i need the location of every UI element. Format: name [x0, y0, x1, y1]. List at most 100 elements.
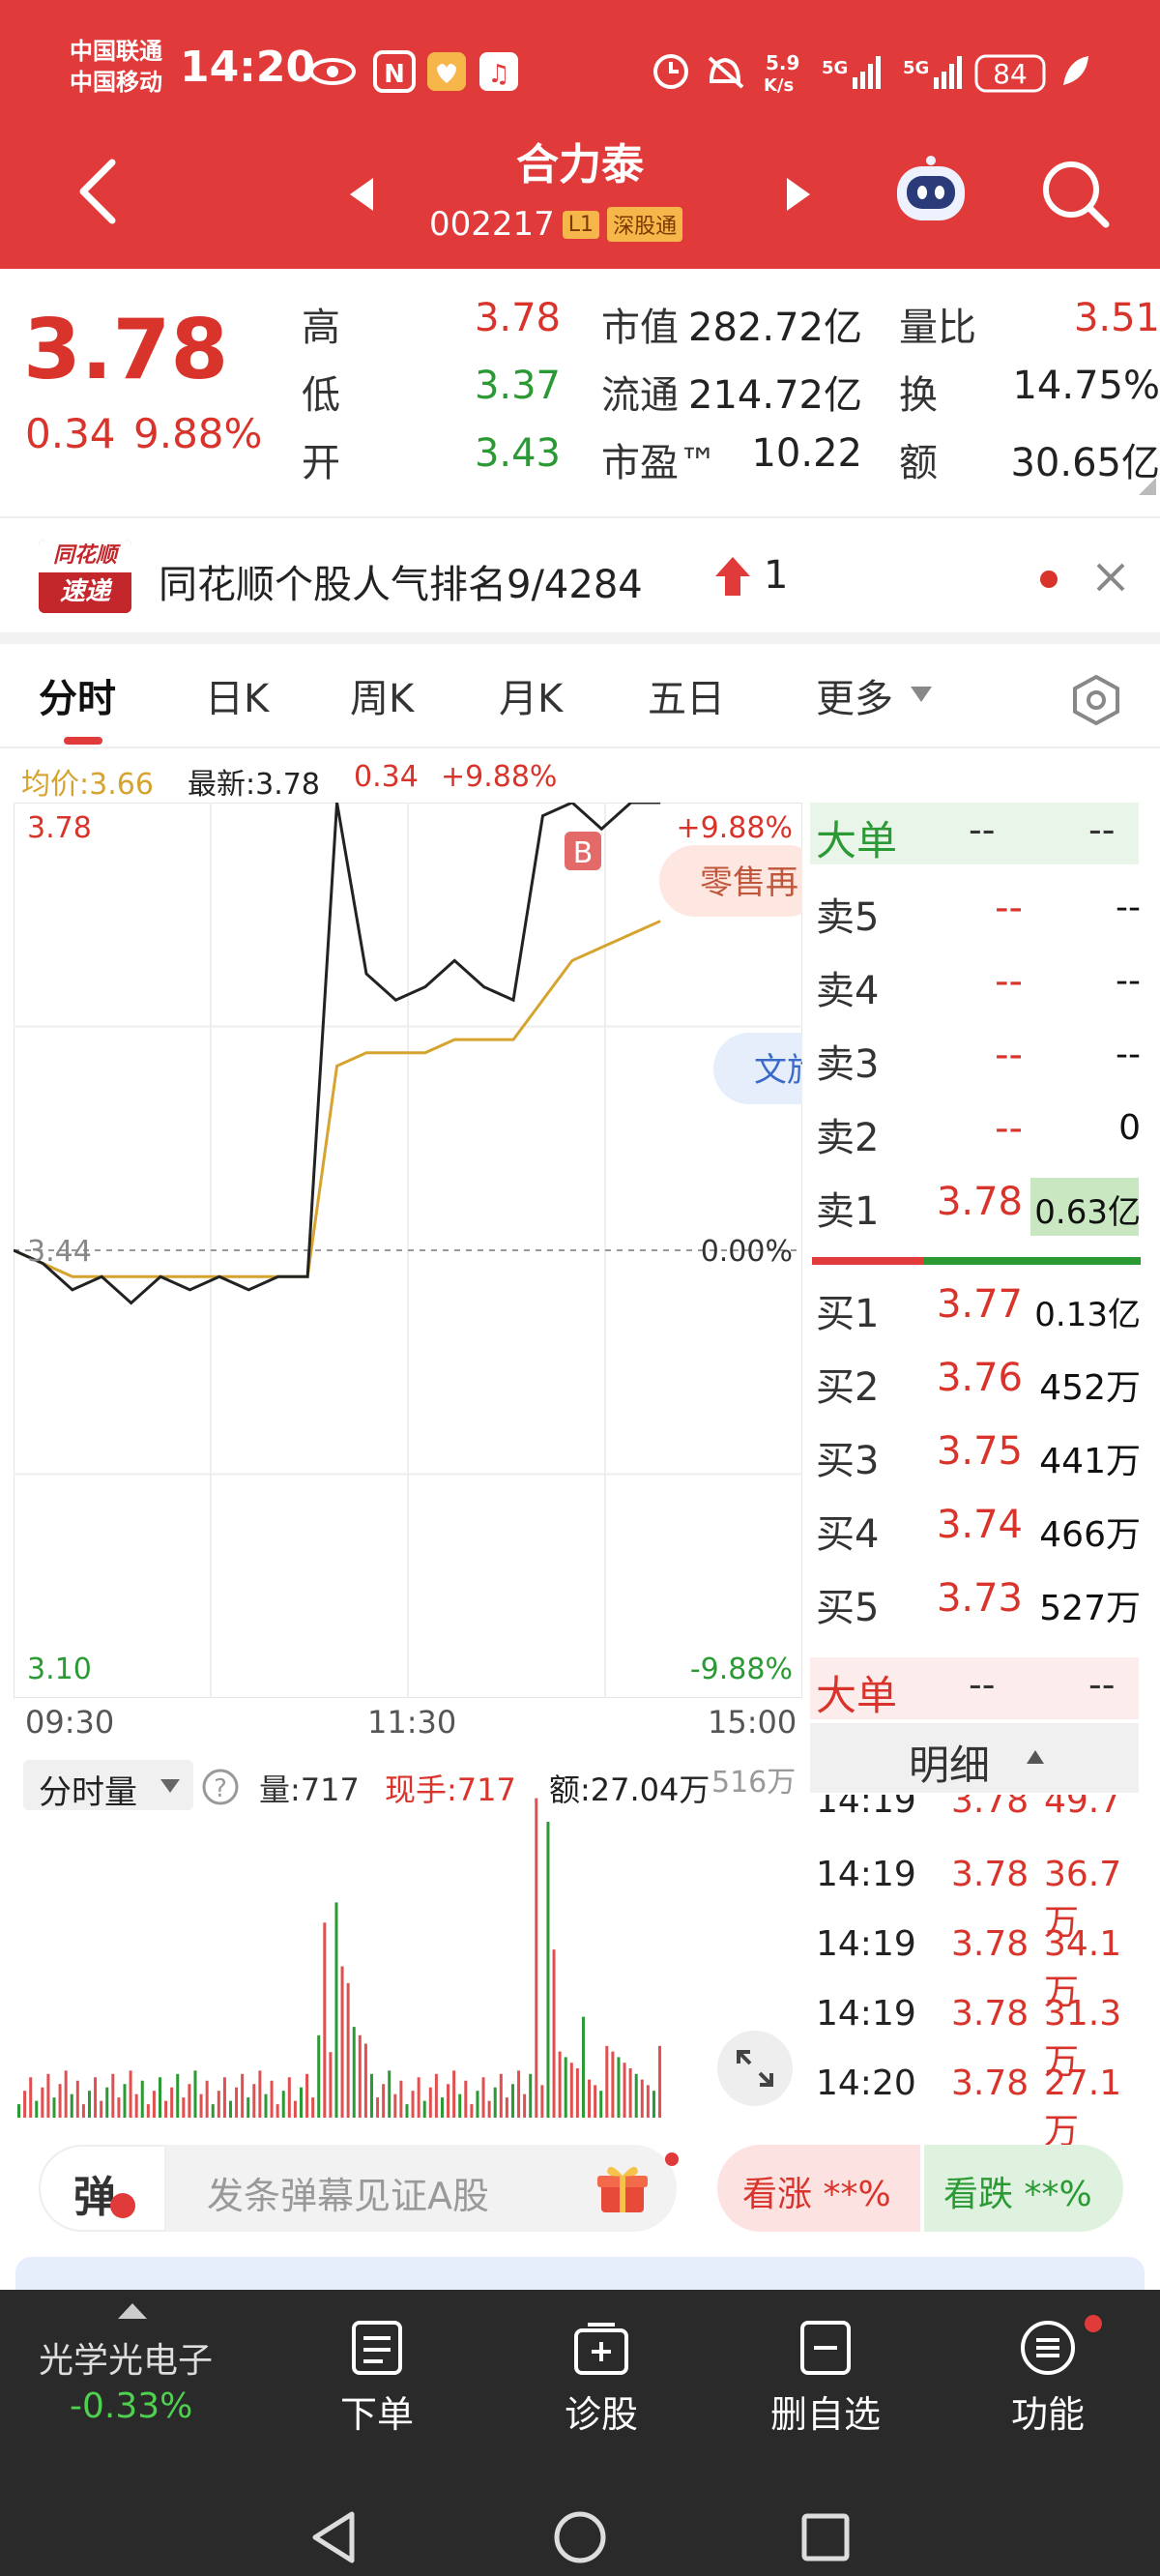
chart-tabs: 分时 日K 周K 月K 五日 更多 — [0, 644, 1160, 748]
danmaku-bar[interactable]: 弹 发条弹幕见证A股 — [39, 2145, 679, 2232]
volume-bar — [470, 2104, 474, 2118]
system-back-icon[interactable] — [305, 2508, 363, 2566]
settings-hex-icon[interactable] — [1069, 673, 1123, 727]
next-stock-icon[interactable] — [783, 174, 814, 215]
volume-bar — [376, 2097, 380, 2118]
ask-volume: -- — [1116, 961, 1141, 1001]
ask-label: 卖1 — [816, 1189, 880, 1234]
volume-bar — [64, 2070, 68, 2118]
volume-bar — [558, 2051, 562, 2118]
volume-bar — [94, 2077, 98, 2118]
quote-label: 换 — [899, 373, 938, 418]
volume-bar — [100, 2100, 103, 2118]
tab-monthly-k[interactable]: 月K — [499, 667, 563, 723]
nav-functions[interactable]: 功能 — [980, 2315, 1116, 2444]
bottom-navigation: 光学光电子 -0.33% 下单 诊股 删自选 功能 — [0, 2290, 1160, 2576]
bid-label: 买3 — [816, 1439, 880, 1483]
volume-bar — [311, 2097, 315, 2118]
divider — [0, 632, 1160, 644]
volume-bar — [535, 1798, 538, 2118]
stock-code-row: 002217 L1 深股通 — [429, 205, 683, 244]
quote-value: 14.75% — [1012, 364, 1160, 408]
volume-bar — [164, 2100, 168, 2118]
nav-remove-watchlist[interactable]: 删自选 — [748, 2319, 903, 2444]
expand-up-icon[interactable] — [116, 2301, 149, 2321]
danmaku-input[interactable]: 发条弹幕见证A股 — [207, 2166, 489, 2219]
volume-bar — [305, 2073, 309, 2118]
volume-bar — [211, 2104, 215, 2118]
gift-icon[interactable] — [595, 2162, 650, 2216]
volume-bar — [87, 2091, 91, 2118]
x-axis-mid: 11:30 — [367, 1704, 457, 1741]
level-tag: L1 — [562, 210, 600, 239]
volume-bar — [41, 2087, 44, 2118]
ask-price: -- — [995, 886, 1023, 930]
x-axis-end: 15:00 — [708, 1704, 798, 1741]
tab-weekly-k[interactable]: 周K — [350, 667, 414, 723]
unread-dot — [1040, 571, 1058, 588]
robot-assistant-icon[interactable] — [887, 153, 974, 230]
volume-bar — [246, 2097, 250, 2118]
bear-vote-button[interactable]: 看跌 **% — [924, 2145, 1123, 2232]
remove-icon — [800, 2321, 851, 2375]
danmaku-toggle[interactable]: 弹 — [39, 2145, 166, 2232]
volume-bar — [369, 2073, 373, 2118]
system-home-icon[interactable] — [551, 2508, 609, 2566]
sector-name[interactable]: 光学光电子 — [39, 2332, 213, 2383]
rank-change: 1 — [764, 553, 789, 598]
volume-bar — [299, 2087, 303, 2118]
quote-label: 市值 — [601, 306, 679, 350]
quote-label: 高 — [302, 306, 340, 350]
intraday-price-chart[interactable]: 3.78 3.44 3.10 +9.88% 0.00% -9.88% 零售再 文… — [14, 803, 802, 1698]
chart-change: 0.34 — [354, 760, 419, 794]
volume-bar — [393, 2093, 397, 2118]
volume-bar — [123, 2084, 127, 2118]
volume-bar — [646, 2085, 650, 2118]
volume-bar — [523, 2093, 527, 2118]
volume-bar — [640, 2079, 644, 2118]
x-axis-start: 09:30 — [25, 1704, 115, 1741]
volume-bar — [634, 2073, 638, 2118]
search-icon[interactable] — [1036, 155, 1114, 232]
nav-diagnose[interactable]: 诊股 — [534, 2319, 669, 2444]
quote-value: 282.72亿 — [688, 306, 862, 350]
ask-label: 卖5 — [816, 895, 880, 940]
tab-daily-k[interactable]: 日K — [205, 667, 269, 723]
tab-more[interactable]: 更多 — [816, 667, 893, 723]
quote-value: 3.37 — [474, 364, 561, 408]
volume-bar — [499, 2073, 503, 2118]
fullscreen-button[interactable] — [717, 2031, 793, 2106]
volume-bar — [170, 2087, 174, 2118]
svg-text:5G: 5G — [822, 58, 848, 78]
volume-bar — [352, 2027, 356, 2118]
ask-label: 卖3 — [816, 1042, 880, 1087]
gift-dot — [665, 2152, 679, 2166]
volume-bar — [182, 2097, 186, 2118]
quote-value: 214.72亿 — [688, 373, 862, 418]
back-icon[interactable] — [73, 155, 122, 228]
tab-intraday[interactable]: 分时 — [39, 667, 116, 723]
current-price: 3.78 — [23, 302, 229, 398]
quote-value: 30.65亿 — [1010, 441, 1160, 485]
functions-dot — [1085, 2315, 1102, 2332]
nav-order[interactable]: 下单 — [309, 2319, 445, 2444]
popularity-banner[interactable]: 同花顺 速递 同花顺个股人气排名9/4284 1 — [0, 516, 1160, 632]
detail-toggle[interactable]: 明细 — [810, 1723, 1139, 1793]
volume-bar — [422, 2100, 426, 2118]
volume-bar — [317, 2034, 321, 2118]
close-banner-icon[interactable] — [1094, 561, 1127, 594]
tab-five-day[interactable]: 五日 — [648, 667, 725, 723]
system-recents-icon[interactable] — [798, 2510, 853, 2564]
volume-bar — [23, 2091, 27, 2118]
volume-bar — [464, 2080, 468, 2118]
volume-bar — [340, 1966, 344, 2118]
bull-vote-button[interactable]: 看涨 **% — [717, 2145, 920, 2232]
bid-label: 买1 — [816, 1292, 880, 1336]
corner-triangle-icon — [1139, 478, 1156, 495]
bid-label: 买4 — [816, 1512, 880, 1557]
pct-axis-mid: 0.00% — [701, 1235, 793, 1269]
volume-bar — [617, 2057, 621, 2118]
bid-price: 3.74 — [936, 1503, 1023, 1547]
prev-stock-icon[interactable] — [346, 174, 377, 215]
quote-label: 量比 — [899, 306, 976, 350]
